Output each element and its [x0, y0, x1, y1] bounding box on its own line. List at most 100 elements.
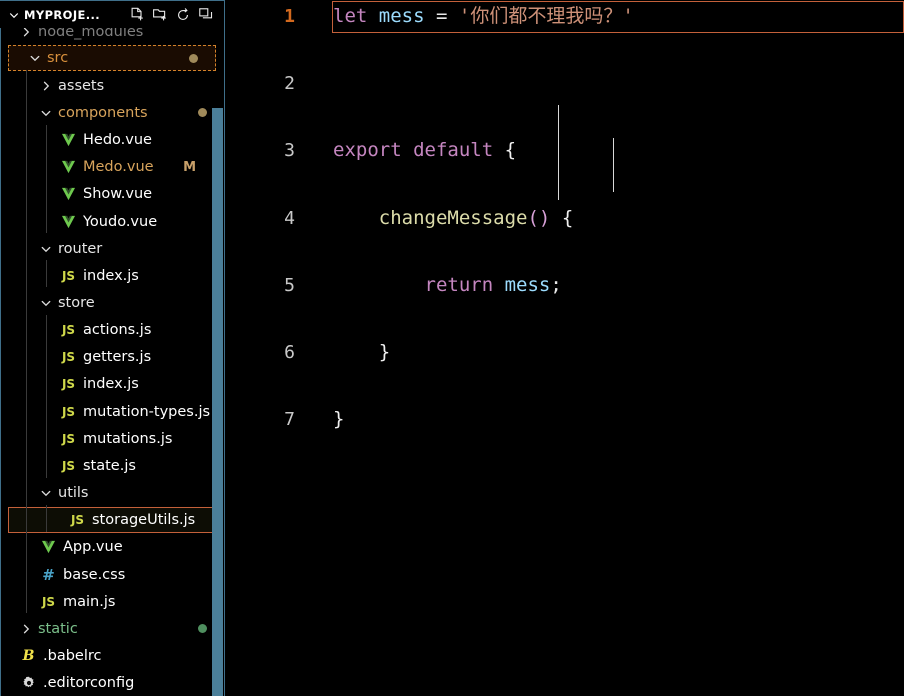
code-line[interactable]: 4 changeMessage() { — [225, 202, 904, 236]
js-file-icon: JS — [61, 323, 76, 338]
tree-item-label: mutations.js — [83, 430, 173, 447]
sidebar-scrollbar[interactable] — [212, 108, 223, 696]
tree-file-state-js[interactable]: JS state.js — [0, 452, 224, 479]
tree-item-label: main.js — [63, 593, 116, 610]
chevron-down-icon[interactable] — [38, 105, 54, 121]
tree-file-index-js[interactable]: JS index.js — [0, 371, 224, 398]
code-line[interactable]: 1 let mess = '你们都不理我吗？' — [225, 0, 904, 34]
code-line-text: } — [333, 408, 345, 431]
js-file-icon: JS — [61, 431, 76, 446]
new-file-icon[interactable] — [128, 6, 145, 23]
code-line[interactable]: 5 return mess; — [225, 269, 904, 303]
tree-item-label: actions.js — [83, 322, 152, 339]
editor-window: node_modules src assets components Hedo.vue M… — [0, 0, 904, 696]
tree-folder-store[interactable]: store — [0, 290, 224, 317]
tree-folder-components[interactable]: components — [0, 99, 224, 126]
chevron-down-icon[interactable] — [27, 50, 43, 66]
js-file-icon: JS — [61, 404, 76, 419]
chevron-right-icon[interactable] — [18, 621, 34, 637]
code-line-text: return mess; — [424, 273, 562, 296]
line-number: 1 — [284, 6, 295, 27]
tree-file-babelrc[interactable]: B .babelrc — [0, 642, 224, 669]
tree-item-label: getters.js — [83, 349, 152, 366]
gear-file-icon — [18, 676, 39, 690]
tree-item-label: components — [58, 104, 148, 121]
refresh-icon[interactable] — [174, 6, 191, 23]
tree-item-label: .editorconfig — [43, 675, 135, 692]
tree-file-index-js[interactable]: JS index.js — [0, 262, 224, 289]
tree-item-label: storageUtils.js — [92, 511, 196, 528]
tree-folder-utils[interactable]: utils — [0, 480, 224, 507]
file-explorer-sidebar: node_modules src assets components Hedo.vue M… — [0, 0, 225, 696]
code-line[interactable]: 2 — [225, 67, 904, 101]
tree-item-label: mutation-types.js — [83, 403, 211, 420]
folder-status-dot — [198, 108, 207, 118]
tree-file-actions-js[interactable]: JS actions.js — [0, 317, 224, 344]
tree-file-youdo-vue[interactable]: Youdo.vue — [0, 208, 224, 235]
tree-indent-guide — [46, 504, 47, 532]
vue-file-icon — [58, 160, 79, 174]
vue-file-icon — [58, 215, 79, 229]
tree-item-label: static — [38, 620, 78, 637]
tree-item-label: Youdo.vue — [83, 213, 158, 230]
tree-file-show-vue[interactable]: Show.vue — [0, 181, 224, 208]
project-title: MYPROJE... — [24, 7, 101, 22]
tree-item-label: src — [47, 50, 69, 67]
tree-file-mutations-js[interactable]: JS mutations.js — [0, 425, 224, 452]
tree-item-label: .babelrc — [43, 647, 102, 664]
tree-folder-assets[interactable]: assets — [0, 72, 224, 99]
editor-indent-guide — [613, 138, 614, 193]
tree-file-main-js[interactable]: JS main.js — [0, 588, 224, 615]
tree-file-mutation-types-js[interactable]: JS mutation-types.js — [0, 398, 224, 425]
collapse-all-icon[interactable] — [197, 6, 214, 23]
tree-folder-static[interactable]: static — [0, 615, 224, 642]
tree-file-hedo-vue[interactable]: Hedo.vue — [0, 127, 224, 154]
folder-status-dot — [189, 53, 198, 63]
vue-file-icon — [58, 133, 79, 147]
tree-file-getters-js[interactable]: JS getters.js — [0, 344, 224, 371]
js-file-icon: JS — [61, 350, 76, 365]
folder-status-dot — [198, 624, 207, 634]
js-file-icon: JS — [41, 594, 56, 609]
chevron-down-icon[interactable] — [38, 241, 54, 257]
code-lines[interactable]: 1 let mess = '你们都不理我吗？' 2 3 export default {… — [225, 0, 904, 696]
code-line-text: changeMessage() { — [378, 206, 574, 229]
chevron-right-icon[interactable] — [38, 78, 54, 94]
tree-item-label: index.js — [83, 267, 139, 284]
tree-indent-guide — [26, 70, 27, 614]
tree-file-base-css[interactable]: # base.css — [0, 561, 224, 588]
tree-item-label: base.css — [63, 566, 126, 583]
tree-file-app-vue[interactable]: App.vue — [0, 534, 224, 561]
code-line[interactable]: 6 } — [225, 336, 904, 370]
js-file-icon: JS — [61, 458, 76, 473]
code-line[interactable]: 3 export default { — [225, 134, 904, 168]
tree-item-label: Medo.vue — [83, 159, 154, 176]
file-tree[interactable]: node_modules src assets components Hedo.vue M… — [0, 0, 224, 696]
code-editor-pane[interactable]: 1 let mess = '你们都不理我吗？' 2 3 export default {… — [225, 0, 904, 696]
line-number: 6 — [284, 341, 295, 363]
tree-file-medo-vue[interactable]: Medo.vue M — [0, 154, 224, 181]
chevron-down-icon[interactable] — [38, 295, 54, 311]
tree-folder-router[interactable]: router — [0, 235, 224, 262]
code-line[interactable]: 7} — [225, 403, 904, 437]
tree-item-label: Show.vue — [83, 186, 153, 203]
vue-file-icon — [58, 187, 79, 201]
line-number: 7 — [284, 409, 295, 431]
tree-folder-src[interactable]: src — [8, 45, 216, 72]
new-folder-icon[interactable] — [151, 6, 168, 23]
code-line-text: export default { — [333, 139, 517, 162]
chevron-down-icon[interactable] — [38, 485, 54, 501]
tree-indent-guide — [46, 314, 47, 478]
line-number: 3 — [284, 140, 295, 162]
tree-indent-guide — [46, 260, 47, 288]
chevron-down-icon[interactable] — [6, 7, 22, 23]
line-number: 2 — [284, 73, 295, 95]
tree-indent-guide — [46, 124, 47, 234]
tree-file-storageutils-js[interactable]: JS storageUtils.js — [8, 506, 216, 533]
git-status-badge: M — [183, 159, 196, 175]
js-file-icon: JS — [61, 377, 76, 392]
tree-item-label: router — [58, 240, 103, 257]
tree-item-label: Hedo.vue — [83, 132, 152, 149]
tree-item-label: store — [58, 295, 95, 311]
tree-file-editorconfig[interactable]: .editorconfig — [0, 670, 224, 696]
